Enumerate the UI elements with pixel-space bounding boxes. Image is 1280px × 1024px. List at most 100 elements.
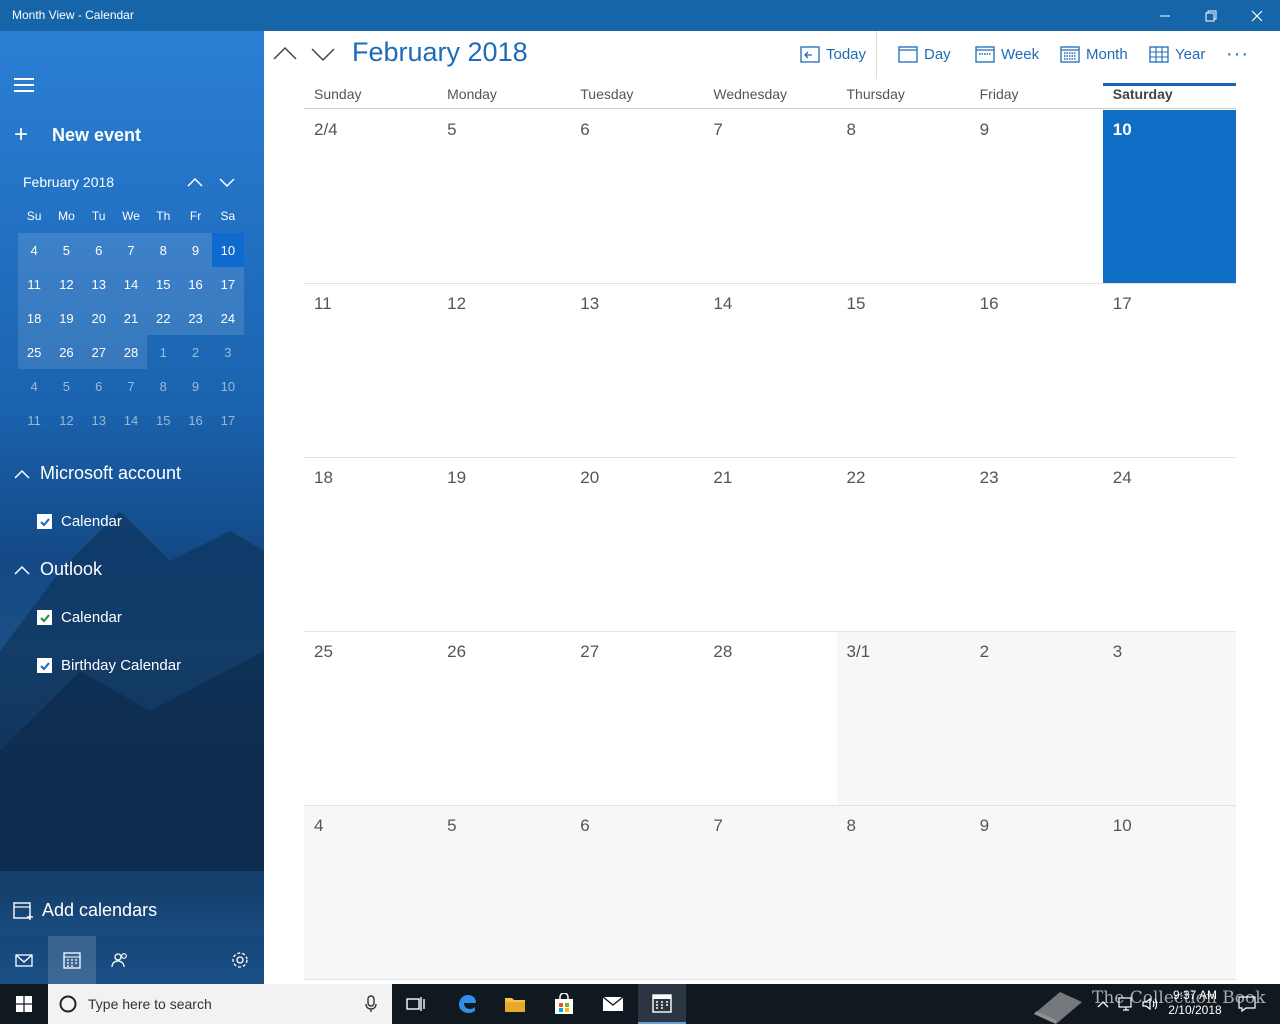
- day-cell[interactable]: 7: [703, 806, 837, 979]
- day-cell[interactable]: 2/4: [304, 110, 437, 283]
- mini-day-cell[interactable]: 21: [114, 301, 148, 335]
- day-cell[interactable]: 5: [437, 806, 571, 979]
- calendar-switch-button[interactable]: [48, 936, 96, 984]
- day-cell[interactable]: 22: [837, 458, 970, 631]
- day-cell[interactable]: 27: [570, 632, 703, 805]
- hamburger-menu-button[interactable]: [14, 78, 34, 94]
- mail-app-button[interactable]: [589, 984, 637, 1024]
- mini-day-cell[interactable]: 18: [18, 301, 51, 335]
- mini-day-cell[interactable]: 10: [211, 233, 244, 267]
- edge-browser-button[interactable]: [443, 984, 491, 1024]
- people-switch-button[interactable]: [96, 936, 144, 984]
- account-group-outlook[interactable]: Outlook: [14, 559, 102, 580]
- mini-day-cell[interactable]: 15: [147, 403, 179, 437]
- today-button[interactable]: Today: [800, 45, 866, 63]
- day-cell[interactable]: 3: [1102, 632, 1236, 805]
- day-cell[interactable]: 26: [437, 632, 570, 805]
- calendar-app-button[interactable]: [638, 984, 686, 1024]
- day-cell[interactable]: 16: [970, 284, 1103, 457]
- mini-next-month-icon[interactable]: [217, 172, 237, 192]
- volume-icon[interactable]: [1141, 996, 1159, 1012]
- day-cell[interactable]: 17: [1103, 284, 1236, 457]
- mini-day-cell[interactable]: 19: [50, 301, 83, 335]
- mini-day-cell[interactable]: 11: [18, 267, 51, 301]
- more-options-button[interactable]: ···: [1226, 43, 1249, 66]
- mini-day-cell[interactable]: 14: [115, 403, 147, 437]
- mini-day-cell[interactable]: 20: [82, 301, 115, 335]
- mini-day-cell[interactable]: 12: [50, 267, 83, 301]
- year-view-button[interactable]: Year: [1149, 45, 1205, 63]
- day-cell[interactable]: 13: [570, 284, 703, 457]
- day-cell[interactable]: 25: [304, 632, 437, 805]
- day-cell[interactable]: 3/1: [836, 632, 970, 805]
- close-button[interactable]: [1234, 0, 1280, 31]
- action-center-icon[interactable]: [1238, 996, 1256, 1012]
- day-cell[interactable]: 18: [304, 458, 437, 631]
- task-view-button[interactable]: [392, 984, 440, 1024]
- next-month-icon[interactable]: [310, 43, 336, 65]
- mini-day-cell[interactable]: 9: [179, 233, 212, 267]
- month-view-button[interactable]: Month: [1060, 45, 1128, 63]
- mini-day-cell[interactable]: 24: [211, 301, 244, 335]
- mini-day-cell[interactable]: 10: [212, 369, 244, 403]
- microphone-icon[interactable]: [364, 995, 378, 1013]
- system-clock[interactable]: 9:37 AM 2/10/2018: [1160, 988, 1230, 1018]
- mini-day-cell[interactable]: 16: [179, 267, 212, 301]
- mini-day-cell[interactable]: 4: [18, 233, 51, 267]
- day-cell[interactable]: 7: [703, 110, 836, 283]
- day-cell[interactable]: 23: [970, 458, 1103, 631]
- mini-day-cell[interactable]: 13: [83, 403, 115, 437]
- checkbox-icon[interactable]: [37, 658, 52, 673]
- calendar-item-microsoft-calendar[interactable]: Calendar: [37, 513, 122, 530]
- day-cell[interactable]: 20: [570, 458, 703, 631]
- store-button[interactable]: [540, 984, 588, 1024]
- day-cell[interactable]: 10: [1102, 110, 1236, 283]
- calendar-item-outlook-calendar[interactable]: Calendar: [37, 609, 122, 626]
- account-group-microsoft[interactable]: Microsoft account: [14, 463, 181, 484]
- mini-prev-month-icon[interactable]: [185, 172, 205, 192]
- mini-day-cell[interactable]: 8: [147, 233, 180, 267]
- mail-switch-button[interactable]: [0, 936, 48, 984]
- day-cell[interactable]: 9: [970, 110, 1103, 283]
- day-cell[interactable]: 6: [570, 806, 704, 979]
- mini-day-cell[interactable]: 13: [82, 267, 115, 301]
- calendar-item-birthday-calendar[interactable]: Birthday Calendar: [37, 657, 181, 674]
- mini-day-cell[interactable]: 8: [147, 369, 179, 403]
- day-view-button[interactable]: Day: [898, 45, 951, 63]
- show-hidden-icons-chevron-icon[interactable]: [1097, 1000, 1109, 1008]
- mini-day-cell[interactable]: 4: [18, 369, 50, 403]
- day-cell[interactable]: 21: [703, 458, 836, 631]
- checkbox-icon[interactable]: [37, 610, 52, 625]
- day-cell[interactable]: 14: [703, 284, 836, 457]
- new-event-button[interactable]: + New event: [14, 123, 141, 147]
- day-cell[interactable]: 4: [304, 806, 438, 979]
- day-cell[interactable]: 12: [437, 284, 570, 457]
- mini-day-cell[interactable]: 22: [147, 301, 180, 335]
- day-cell[interactable]: 10: [1102, 806, 1236, 979]
- day-cell[interactable]: 6: [570, 110, 703, 283]
- mini-day-cell[interactable]: 16: [179, 403, 211, 437]
- file-explorer-button[interactable]: [491, 984, 539, 1024]
- mini-day-cell[interactable]: 14: [114, 267, 148, 301]
- mini-day-cell[interactable]: 17: [212, 403, 244, 437]
- mini-day-cell[interactable]: 17: [211, 267, 244, 301]
- mini-day-cell[interactable]: 25: [18, 335, 51, 369]
- mini-day-cell[interactable]: 9: [179, 369, 211, 403]
- mini-day-cell[interactable]: 26: [50, 335, 83, 369]
- mini-day-cell[interactable]: 5: [50, 369, 82, 403]
- day-cell[interactable]: 9: [969, 806, 1103, 979]
- network-icon[interactable]: [1118, 996, 1136, 1012]
- mini-day-cell[interactable]: 3: [212, 335, 244, 369]
- week-view-button[interactable]: Week: [975, 45, 1039, 63]
- mini-day-cell[interactable]: 1: [147, 335, 179, 369]
- day-cell[interactable]: 19: [437, 458, 570, 631]
- restore-button[interactable]: [1188, 0, 1234, 31]
- mini-day-cell[interactable]: 6: [82, 233, 115, 267]
- mini-day-cell[interactable]: 11: [18, 403, 50, 437]
- start-button[interactable]: [0, 984, 48, 1024]
- day-cell[interactable]: 24: [1103, 458, 1236, 631]
- previous-month-icon[interactable]: [272, 43, 298, 65]
- mini-day-cell[interactable]: 12: [50, 403, 82, 437]
- minimize-button[interactable]: [1142, 0, 1188, 31]
- mini-day-cell[interactable]: 27: [82, 335, 115, 369]
